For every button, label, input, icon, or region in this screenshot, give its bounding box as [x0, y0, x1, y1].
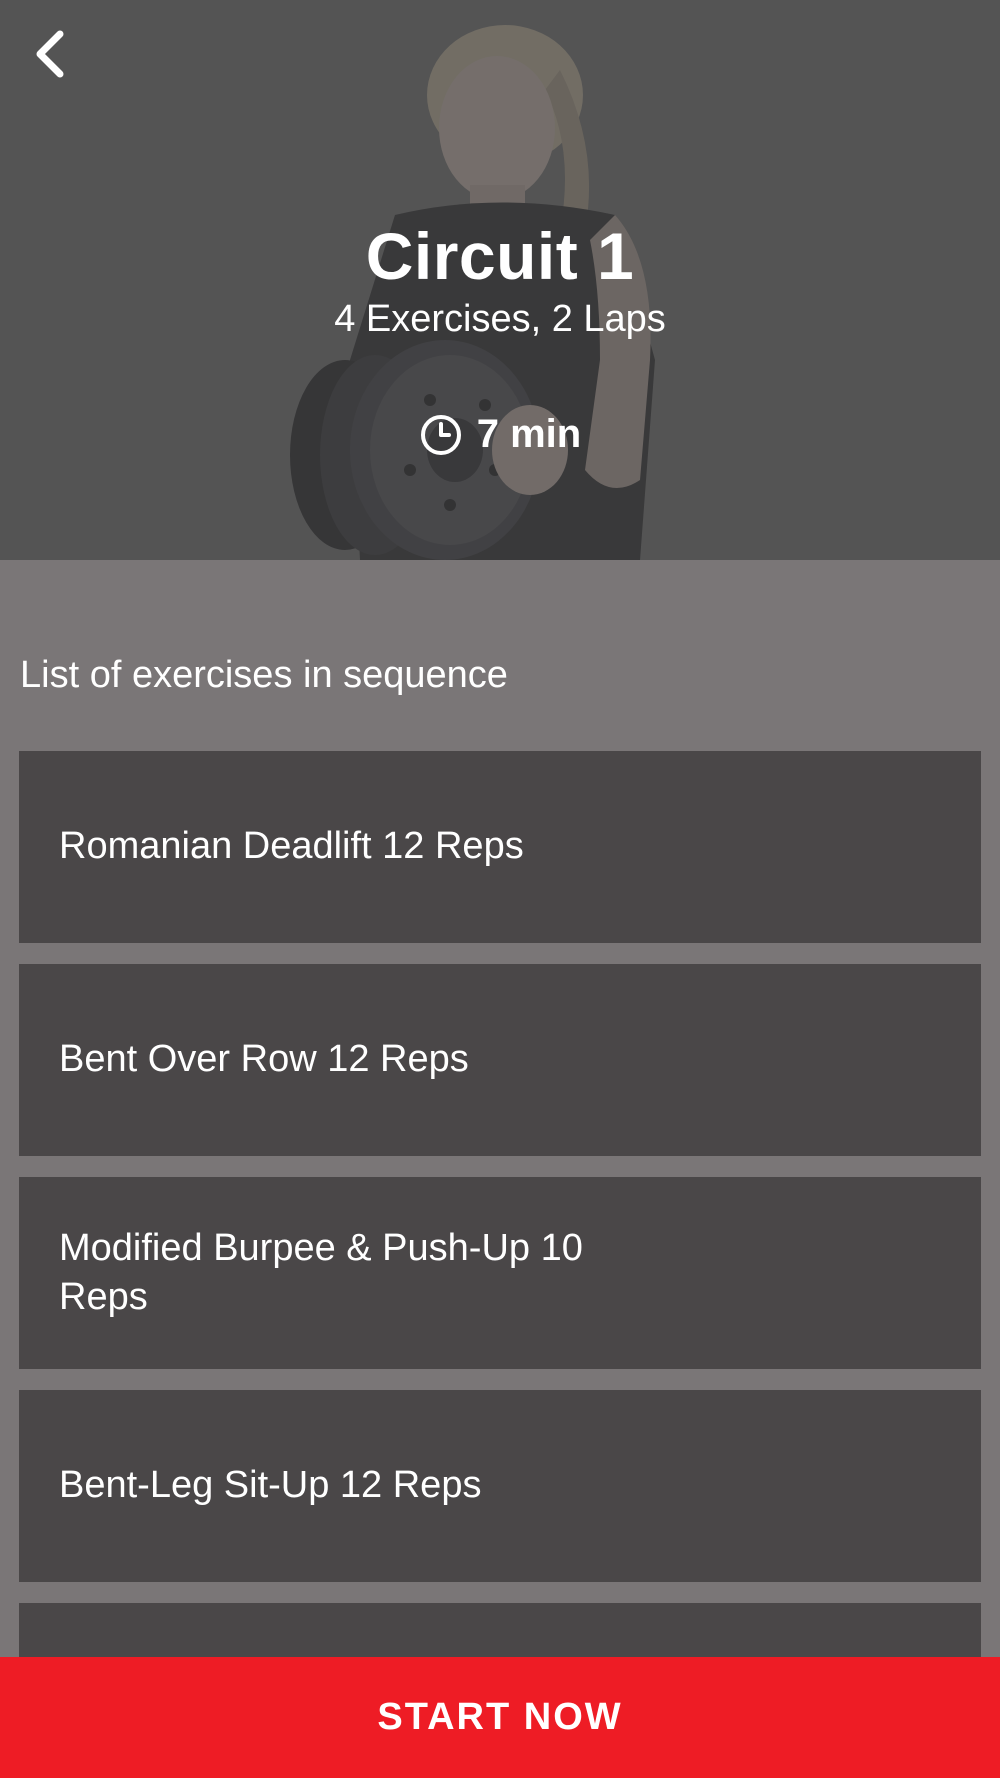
- exercise-item-4[interactable]: Bent-Leg Sit-Up 12 Reps: [19, 1390, 981, 1582]
- chevron-left-icon: [36, 30, 64, 78]
- exercise-label: Modified Burpee & Push-Up 10 Reps: [59, 1226, 583, 1318]
- duration-row: 7 min: [0, 412, 1000, 457]
- start-now-button[interactable]: START NOW: [0, 1657, 1000, 1778]
- exercise-label: Bent Over Row 12 Reps: [59, 1038, 469, 1081]
- exercise-list: Romanian Deadlift 12 Reps Bent Over Row …: [19, 751, 981, 1778]
- clock-icon: [420, 414, 461, 455]
- page-title: Circuit 1: [365, 219, 635, 293]
- back-button[interactable]: [18, 22, 82, 86]
- exercise-item-3[interactable]: Modified Burpee & Push-Up 10 Reps: [19, 1177, 981, 1369]
- duration-text: 7 min: [476, 412, 582, 456]
- start-now-label: START NOW: [377, 1696, 623, 1738]
- exercise-label: Romanian Deadlift 12 Reps: [59, 825, 524, 868]
- exercise-item-2[interactable]: Bent Over Row 12 Reps: [19, 964, 981, 1156]
- exercise-label: Bent-Leg Sit-Up 12 Reps: [59, 1464, 482, 1507]
- exercise-item-1[interactable]: Romanian Deadlift 12 Reps: [19, 751, 981, 943]
- circuit-summary: 4 Exercises, 2 Laps: [334, 298, 666, 340]
- hero-banner: Circuit 1 4 Exercises, 2 Laps 7 min: [0, 0, 1000, 560]
- section-label: List of exercises in sequence: [20, 654, 508, 696]
- workout-detail-screen: Circuit 1 4 Exercises, 2 Laps 7 min List…: [0, 0, 1000, 1778]
